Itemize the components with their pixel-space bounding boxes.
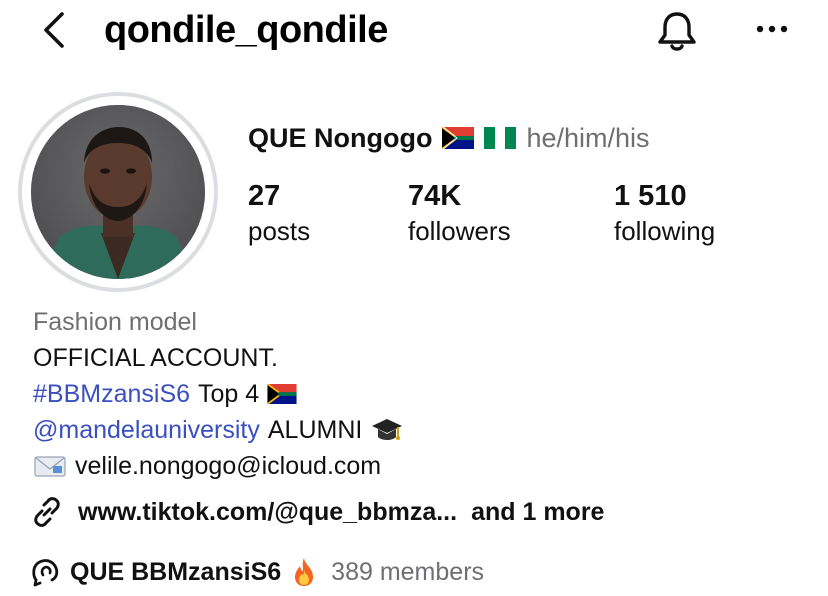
stat-label: followers [408, 216, 511, 246]
website-link[interactable]: www.tiktok.com/@que_bbmza... [78, 498, 457, 527]
south-africa-flag-icon [267, 384, 297, 404]
stat-value: 74K [408, 180, 462, 212]
display-name: QUE Nongogo [248, 122, 433, 153]
bio-hashtag-line: #BBMzansiS6 Top 4 [33, 376, 404, 412]
more-links-button[interactable]: and 1 more [471, 498, 604, 527]
back-button[interactable] [36, 8, 76, 52]
followers-count[interactable]: 74K followers [408, 178, 511, 248]
broadcast-channel-row[interactable]: QUE BBMzansiS6 389 members [30, 554, 484, 590]
link-icon [34, 497, 60, 527]
south-africa-flag-icon [442, 127, 475, 149]
posts-count[interactable]: 27 posts [248, 178, 310, 248]
stat-value: 27 [248, 180, 281, 212]
profile-username: qondile_qondile [104, 9, 388, 51]
following-count[interactable]: 1 510 following [614, 178, 715, 248]
chevron-left-icon [44, 12, 64, 48]
envelope-icon [34, 456, 66, 477]
bio-text: ALUMNI [267, 416, 363, 444]
channel-name: QUE BBMzansiS6 [70, 557, 282, 586]
avatar[interactable] [31, 105, 205, 279]
nigeria-flag-icon [484, 127, 517, 149]
notifications-button[interactable] [654, 8, 700, 54]
stat-label: following [614, 216, 716, 246]
bio-email-line: velile.nongogo@icloud.com [33, 448, 404, 484]
bell-icon [658, 12, 696, 51]
graduation-cap-icon [372, 419, 403, 440]
fire-icon [295, 558, 314, 586]
profile-bio: Fashion model OFFICIAL ACCOUNT. #BBMzans… [33, 304, 404, 484]
profile-name-row: QUE Nongogo he/him/his [248, 120, 650, 156]
hashtag-link[interactable]: #BBMzansiS6 [33, 376, 190, 412]
stat-value: 1 510 [614, 180, 687, 212]
email-address[interactable]: velile.nongogo@icloud.com [75, 448, 381, 484]
more-horizontal-icon [756, 25, 788, 33]
bio-text: Top 4 [198, 380, 260, 408]
external-links-row: www.tiktok.com/@que_bbmza... and 1 more [30, 494, 604, 530]
stat-label: posts [248, 216, 311, 246]
mention-link[interactable]: @mandelauniversity [33, 412, 260, 448]
bio-mention-line: @mandelauniversity ALUMNI [33, 412, 404, 448]
pronouns: he/him/his [526, 122, 650, 153]
broadcast-channel-icon [32, 559, 59, 587]
profile-category: Fashion model [33, 308, 197, 336]
bio-line: OFFICIAL ACCOUNT. [33, 344, 278, 372]
more-options-button[interactable] [752, 12, 792, 46]
profile-photo [31, 105, 205, 279]
channel-members-count: 389 members [331, 557, 485, 586]
